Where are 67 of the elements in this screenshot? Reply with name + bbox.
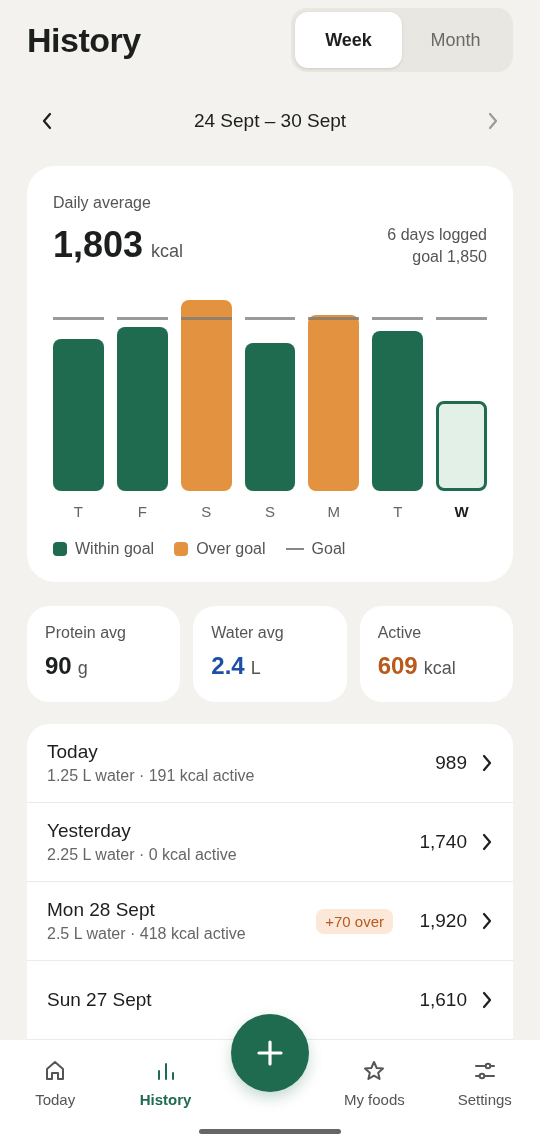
day-row[interactable]: Yesterday 2.25 L water · 0 kcal active 1,740 [27,803,513,882]
goal-line [180,317,232,320]
day-label: S [200,503,213,520]
chevron-right-icon [481,833,493,851]
date-range: 24 Sept – 30 Sept [193,110,347,132]
legend-label: Within goal [75,540,155,558]
day-row[interactable]: Mon 28 Sept 2.5 L water · 418 kcal active +70 over 1,920 [27,882,513,961]
stat-value: 2.4 [211,652,245,680]
legend-line [285,548,304,550]
stat-value: 90 [45,652,72,680]
day-label: T [72,503,84,520]
day-calories: 1,610 [418,989,467,1011]
nav-tab[interactable]: History [120,1058,211,1109]
goal-line [53,317,104,320]
day-label: F [136,503,148,520]
average-unit: kcal [151,241,184,261]
day-label: M [326,503,342,520]
day-details: 2.5 L water · 418 kcal active [47,925,247,943]
day-label: W [453,503,470,520]
day-details: 2.25 L water · 0 kcal active [47,846,238,864]
day-calories: 1,920 [418,910,467,932]
period-tab[interactable]: Week [295,12,402,68]
goal-text: goal 1,850 [412,247,487,267]
star-icon [362,1059,387,1083]
goal-line [116,317,168,320]
day-calories: 1,740 [418,831,467,853]
stat-label: Protein avg [45,624,126,641]
chevron-right-icon [481,991,493,1009]
plus-icon [256,1040,283,1066]
page-title: History [27,20,141,60]
stat-label: Active [377,624,422,641]
day-row[interactable]: Today 1.25 L water · 191 kcal active 989 [27,724,513,803]
legend-swatch [53,542,67,556]
day-label: T [392,503,404,520]
nav-tab[interactable]: Settings [439,1058,530,1109]
period-tab[interactable]: Month [402,12,509,68]
stat-unit: L [250,658,261,679]
chevron-left-icon [41,112,53,130]
day-details: 1.25 L water · 191 kcal active [47,767,256,785]
day-title: Today [47,741,99,763]
chevron-right-icon [481,754,493,772]
chevron-right-icon [481,912,493,930]
average-value: 1,803 [53,224,144,265]
stat-label: Water avg [211,624,284,641]
nav-tab[interactable]: My foods [329,1058,420,1109]
days-logged: 6 days logged [387,225,487,245]
stat-unit: g [77,658,88,679]
chevron-right-icon [487,112,499,130]
goal-line [244,317,296,320]
goal-line [372,317,424,320]
stat-unit: kcal [423,658,456,679]
previous-button[interactable] [41,112,53,130]
legend-swatch [174,542,189,556]
day-title: Sun 27 Sept [47,989,153,1011]
goal-line [308,317,360,320]
summary-label: Daily average [53,194,151,211]
day-label: S [264,503,276,520]
nav-tab[interactable]: Today [10,1058,101,1109]
day-calories: 989 [434,752,467,774]
day-title: Yesterday [47,820,132,842]
day-title: Mon 28 Sept [47,899,156,921]
add-button[interactable] [230,1014,309,1092]
legend-label: Goal [311,540,346,558]
legend-label: Over goal [196,540,266,558]
over-goal-badge: +70 over [316,908,393,934]
goal-line [436,317,487,320]
stat-value: 609 [377,652,418,680]
